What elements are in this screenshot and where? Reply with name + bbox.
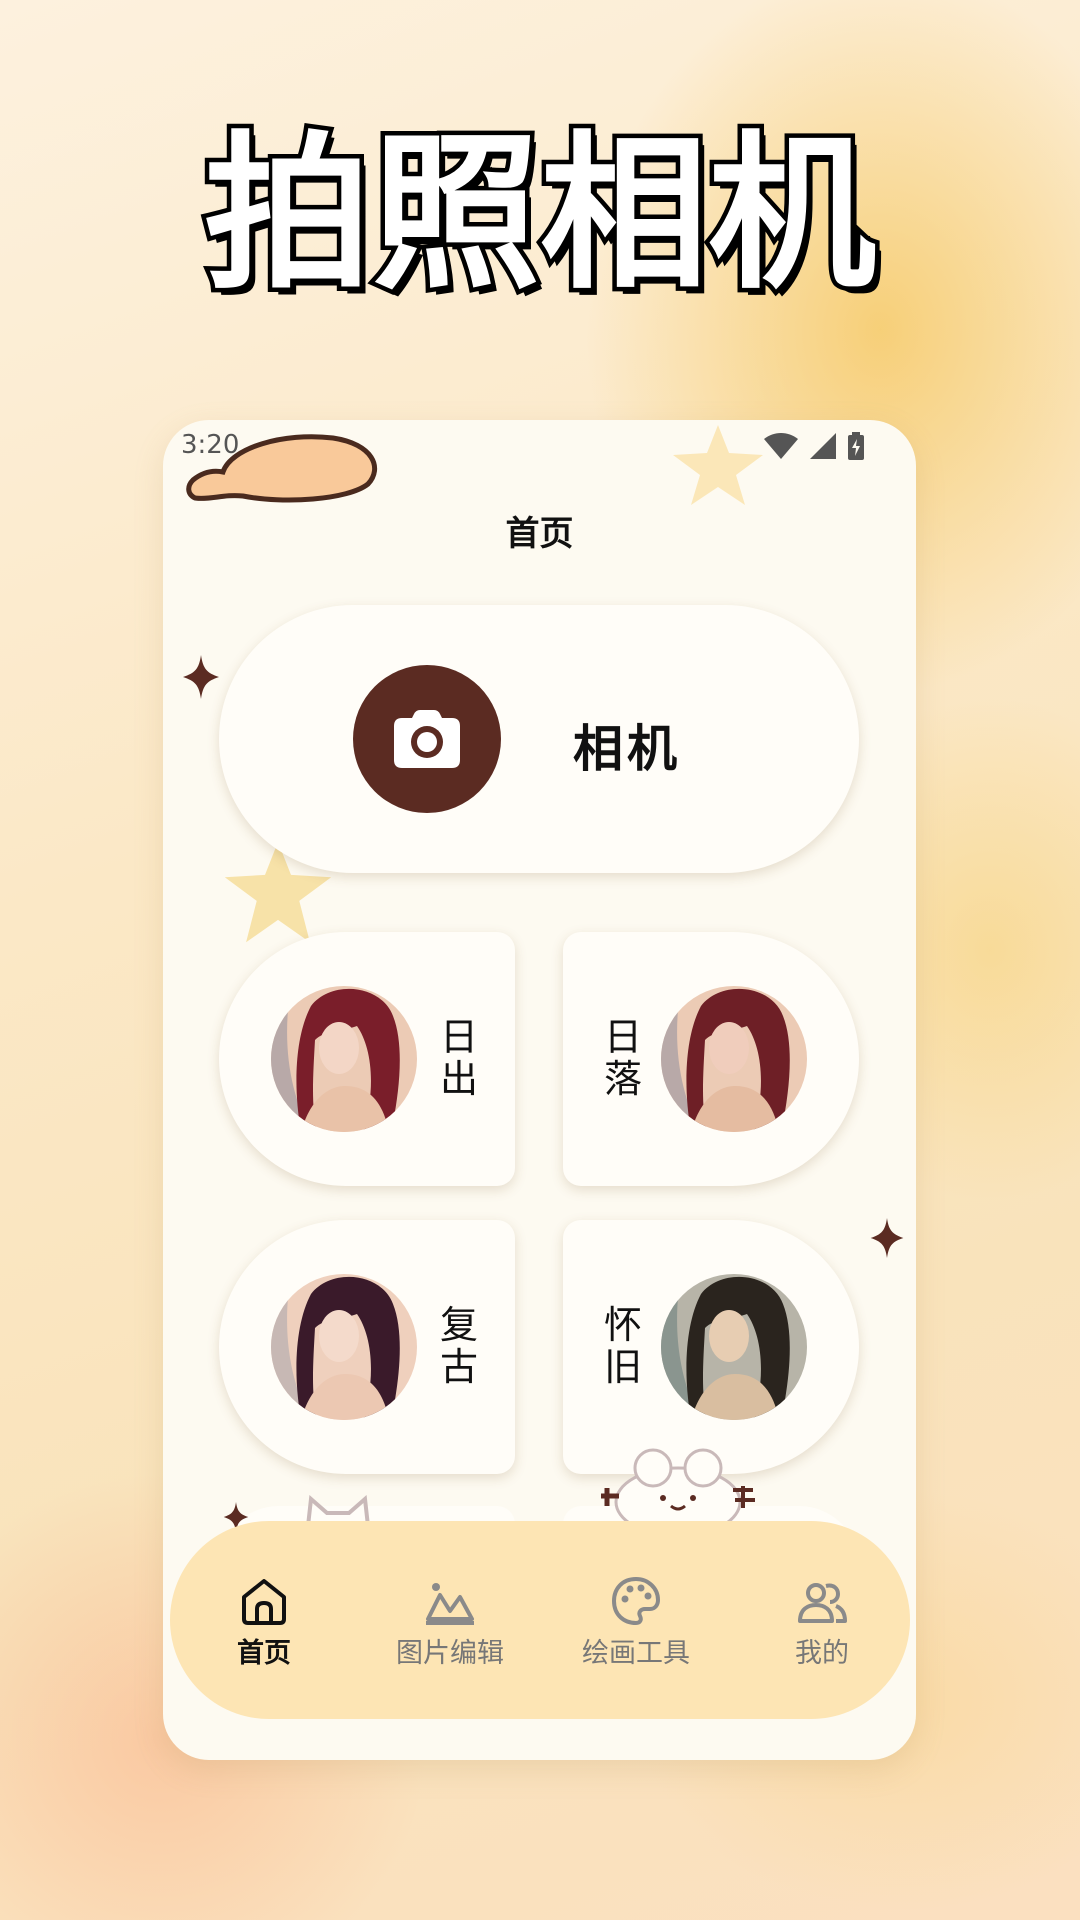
filter-card-nostalgia[interactable]: 怀旧: [563, 1220, 859, 1474]
camera-icon: [394, 710, 460, 768]
tab-image-edit[interactable]: 图片编辑: [370, 1575, 530, 1670]
tab-label: 首页: [237, 1638, 291, 1669]
filter-card-sunset[interactable]: 日落: [563, 932, 859, 1186]
palette-icon: [611, 1576, 661, 1626]
page-title: 首页: [505, 514, 574, 554]
camera-button-label: 相机: [573, 720, 681, 778]
tab-label: 绘画工具: [582, 1638, 690, 1669]
bottom-tab-bar: 首页 图片编辑 绘画工具 我的: [170, 1521, 910, 1719]
portrait-image: [271, 986, 417, 1132]
filter-label: 怀旧: [603, 1303, 642, 1389]
tab-label: 图片编辑: [396, 1638, 504, 1669]
battery-icon: [848, 432, 864, 460]
filter-label: 日出: [439, 1015, 478, 1101]
filter-label: 复古: [439, 1303, 478, 1389]
users-icon: [798, 1583, 847, 1623]
image-edit-icon: [426, 1583, 474, 1625]
camera-button[interactable]: 相机: [219, 605, 859, 873]
camera-icon-circle: [353, 665, 501, 813]
tab-drawing-tools[interactable]: 绘画工具: [556, 1575, 716, 1670]
status-time: 3:20: [181, 430, 240, 460]
sparkle-decoration-icon: [870, 1218, 904, 1258]
portrait-image: [661, 1274, 807, 1420]
tab-mine[interactable]: 我的: [742, 1575, 902, 1670]
app-headline: 拍照相机: [200, 116, 881, 312]
filter-card-retro[interactable]: 复古: [219, 1220, 515, 1474]
filter-label: 日落: [603, 1015, 642, 1101]
home-icon: [242, 1579, 286, 1625]
tab-home[interactable]: 首页: [184, 1575, 344, 1670]
tab-label: 我的: [795, 1638, 849, 1669]
sparkle-decoration-icon: [183, 655, 219, 699]
portrait-image: [271, 1274, 417, 1420]
phone-screen: 3:20 首页 相机 日出 日落 复古 怀旧 首页 图片编辑 绘画工具 我的: [163, 420, 916, 1760]
wifi-icon: [764, 433, 798, 459]
signal-icon: [810, 433, 836, 459]
frog-decoration-icon: [601, 1448, 755, 1532]
portrait-image: [661, 986, 807, 1132]
status-bar: 3:20: [163, 420, 916, 503]
filter-card-sunrise[interactable]: 日出: [219, 932, 515, 1186]
